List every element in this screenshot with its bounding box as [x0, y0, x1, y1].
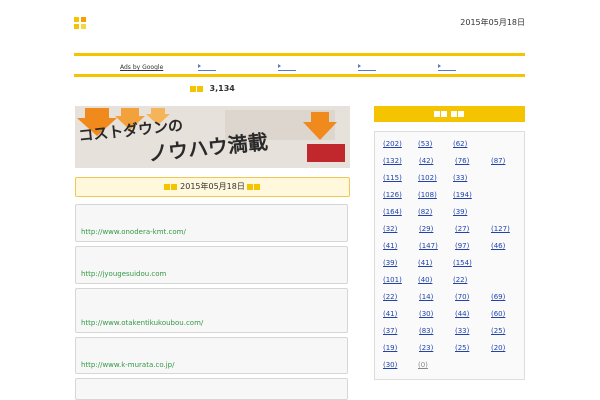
- category-link[interactable]: (40): [418, 276, 432, 285]
- category-link[interactable]: (41): [383, 242, 397, 251]
- category-link[interactable]: (23): [419, 344, 433, 353]
- category-link[interactable]: (147): [419, 242, 438, 251]
- category-link[interactable]: (42): [419, 157, 433, 166]
- site-card-description: [81, 261, 342, 270]
- category-link[interactable]: (30): [419, 310, 433, 319]
- site-card: http://www.onodera-kmt.com/: [75, 204, 348, 242]
- site-card-title[interactable]: [81, 250, 342, 261]
- category-list: (202) (53) (62) (132) (42) (76) (87) (115) (102)…: [374, 131, 525, 380]
- site-count-line: 3,134: [190, 84, 238, 93]
- bullet-square-icon: [170, 183, 177, 190]
- ad-strip: Ads by Google: [74, 53, 525, 77]
- sidebar-heading: [374, 106, 525, 122]
- category-link[interactable]: (25): [455, 344, 469, 353]
- bullet-square-icon: [254, 183, 261, 190]
- site-card-url[interactable]: http://www.otakentikukoubou.com/: [81, 319, 342, 329]
- site-card-title[interactable]: [81, 382, 342, 393]
- category-link[interactable]: (39): [453, 208, 467, 217]
- category-link[interactable]: (19): [383, 344, 397, 353]
- update-date-box: 2015年05月18日: [75, 177, 350, 197]
- site-card-description: [81, 303, 342, 319]
- category-link[interactable]: (14): [419, 293, 433, 302]
- category-link[interactable]: (30): [383, 361, 397, 370]
- category-link[interactable]: (25): [491, 327, 505, 336]
- site-card-description: [81, 219, 342, 228]
- category-link[interactable]: (126): [383, 191, 402, 200]
- category-link[interactable]: (46): [491, 242, 505, 251]
- category-link[interactable]: (132): [383, 157, 402, 166]
- ads-by-google-link[interactable]: Ads by Google: [120, 64, 163, 71]
- bullet-square-icon: [450, 110, 457, 117]
- site-card-url[interactable]: http://www.onodera-kmt.com/: [81, 228, 342, 238]
- category-link[interactable]: (41): [383, 310, 397, 319]
- ad-link[interactable]: [198, 64, 216, 71]
- site-card: http://www.k-murata.co.jp/: [75, 337, 348, 374]
- category-link[interactable]: (87): [491, 157, 505, 166]
- site-card-description: [81, 393, 342, 399]
- bullet-square-icon: [163, 183, 170, 190]
- logo-square-icon: [74, 17, 79, 22]
- site-card-title[interactable]: [81, 208, 342, 219]
- header-link[interactable]: [475, 29, 525, 39]
- ad-link[interactable]: [278, 64, 296, 71]
- site-card: http://www.otakentikukoubou.com/: [75, 288, 348, 333]
- category-link[interactable]: (69): [491, 293, 505, 302]
- site-card: [75, 378, 348, 400]
- category-link[interactable]: (27): [455, 225, 469, 234]
- bullet-square-icon: [434, 110, 441, 117]
- category-link[interactable]: (29): [419, 225, 433, 234]
- bullet-square-icon: [441, 110, 448, 117]
- site-card-url[interactable]: http://www.k-murata.co.jp/: [81, 361, 342, 371]
- site-card-title[interactable]: [81, 292, 342, 303]
- bullet-square-icon: [197, 85, 203, 92]
- category-link[interactable]: (194): [453, 191, 472, 200]
- category-link[interactable]: (97): [455, 242, 469, 251]
- category-link[interactable]: (39): [383, 259, 397, 268]
- site-logo-icon: [74, 17, 86, 29]
- cost-down-banner[interactable]: コストダウンの ノウハウ満載: [75, 106, 350, 168]
- category-link[interactable]: (60): [491, 310, 505, 319]
- logo-square-icon: [81, 24, 86, 29]
- logo-square-icon: [74, 24, 79, 29]
- bullet-square-icon: [457, 110, 464, 117]
- category-link[interactable]: (20): [491, 344, 505, 353]
- category-link[interactable]: (164): [383, 208, 402, 217]
- banner-graphic: コストダウンの ノウハウ満載: [75, 106, 350, 168]
- ad-label: [76, 58, 106, 63]
- date-box-date: 2015年05月18日: [180, 182, 245, 191]
- logo-square-icon: [81, 17, 86, 22]
- ad-link[interactable]: [358, 64, 376, 71]
- category-link[interactable]: (127): [491, 225, 510, 234]
- site-card: http://jyougesuidou.com: [75, 246, 348, 284]
- category-link[interactable]: (83): [419, 327, 433, 336]
- category-link[interactable]: (62): [453, 140, 467, 149]
- category-link[interactable]: (82): [418, 208, 432, 217]
- category-link[interactable]: (53): [418, 140, 432, 149]
- category-link[interactable]: (76): [455, 157, 469, 166]
- site-card-title[interactable]: [81, 341, 342, 352]
- category-link[interactable]: (0): [418, 361, 428, 370]
- category-link[interactable]: (154): [453, 259, 472, 268]
- category-link[interactable]: (102): [418, 174, 437, 183]
- category-link[interactable]: (108): [418, 191, 437, 200]
- category-link[interactable]: (33): [453, 174, 467, 183]
- category-link[interactable]: (37): [383, 327, 397, 336]
- bullet-square-icon: [190, 85, 196, 92]
- site-card-description: [81, 352, 342, 361]
- category-link[interactable]: (22): [383, 293, 397, 302]
- site-card-url[interactable]: http://jyougesuidou.com: [81, 270, 342, 280]
- category-link[interactable]: (22): [453, 276, 467, 285]
- category-link[interactable]: (41): [418, 259, 432, 268]
- category-link[interactable]: (33): [455, 327, 469, 336]
- category-link[interactable]: (70): [455, 293, 469, 302]
- category-link[interactable]: (44): [455, 310, 469, 319]
- ad-link[interactable]: [438, 64, 456, 71]
- category-link[interactable]: (32): [383, 225, 397, 234]
- header-date: 2015年05月18日: [460, 18, 525, 27]
- bullet-square-icon: [247, 183, 254, 190]
- category-link[interactable]: (115): [383, 174, 402, 183]
- category-link[interactable]: (202): [383, 140, 402, 149]
- category-link[interactable]: (101): [383, 276, 402, 285]
- site-count: 3,134: [209, 84, 235, 93]
